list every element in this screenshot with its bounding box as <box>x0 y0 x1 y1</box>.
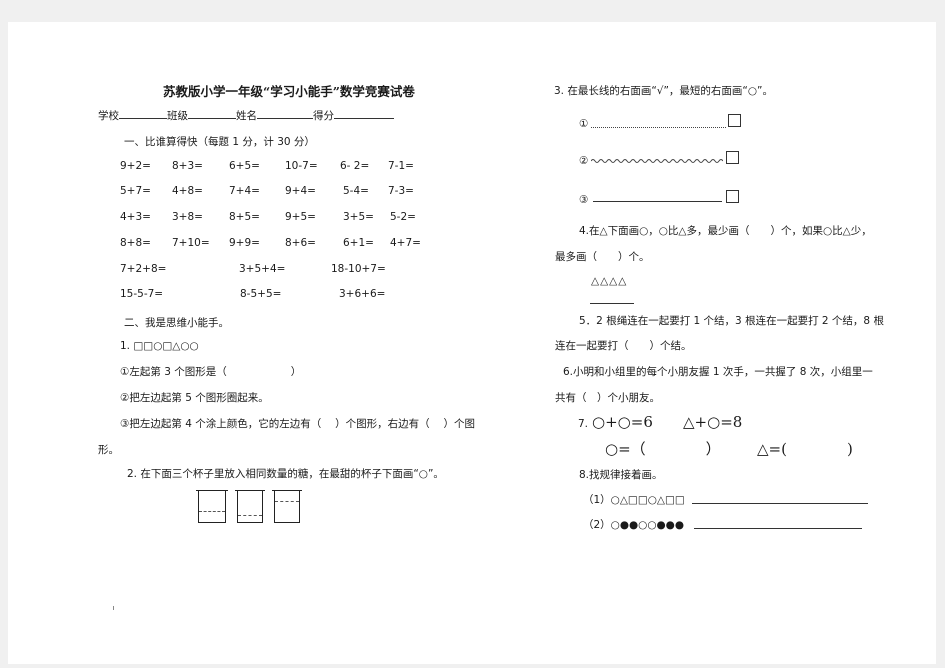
calc-item: 5+7= <box>120 185 151 197</box>
calc-item: 5-4= <box>343 185 369 197</box>
calc-item: 3+8= <box>172 211 203 223</box>
q1-part-b: ②把左边起第 5 个图形圈起来。 <box>120 392 269 404</box>
name-blank[interactable] <box>257 108 313 119</box>
q1-part-c: ③把左边起第 4 个涂上颜色，它的左边有（ ）个图形，右边有（ ）个图 <box>120 418 475 430</box>
calc-item: 8+8= <box>120 237 151 249</box>
calc-item: 9+9= <box>229 237 260 249</box>
calc-item: 15-5-7= <box>120 288 164 300</box>
calc-item: 6+1= <box>343 237 374 249</box>
q3-text: 3. 在最长线的右面画“√”，最短的右面画“○”。 <box>554 85 773 97</box>
q6-text: 6.小明和小组里的每个小朋友握 1 次手，一共握了 8 次，小组里一 <box>563 366 873 378</box>
line-3 <box>593 201 722 202</box>
info-class-label: 班级 <box>167 110 188 122</box>
class-blank[interactable] <box>188 108 236 119</box>
q4-text-cont: 最多画（ ）个。 <box>555 251 650 263</box>
calc-item: 18-10+7= <box>331 263 386 275</box>
q5-text: 5．2 根绳连在一起要打 1 个结，3 根连在一起要打 2 个结，8 根 <box>579 315 884 327</box>
calc-item: 7+4= <box>229 185 260 197</box>
calc-item: 9+2= <box>120 160 151 172</box>
q8-pattern-2: （2）○●●○○●●● <box>583 519 684 531</box>
q8-pattern-1: （1）○△□□○△□□ <box>583 494 685 506</box>
line-3-answer-box[interactable] <box>726 190 739 203</box>
section-1-heading: 一、比谁算得快（每题 1 分，计 30 分） <box>124 136 315 148</box>
calc-item: 4+3= <box>120 211 151 223</box>
line-1-answer-box[interactable] <box>728 114 741 127</box>
q8-text: 8.找规律接着画。 <box>579 469 663 481</box>
calc-item: 3+5+4= <box>239 263 286 275</box>
exam-title: 苏教版小学一年级“学习小能手”数学竞赛试卷 <box>163 84 415 99</box>
section-2-heading: 二、我是思维小能手。 <box>124 317 229 329</box>
q5-text-cont: 连在一起要打（ ）个结。 <box>555 340 692 352</box>
line-1 <box>591 127 726 128</box>
calc-item: 7-1= <box>388 160 414 172</box>
margin-mark <box>113 606 114 610</box>
calc-item: 8+5= <box>229 211 260 223</box>
line-2-wavy <box>591 159 723 163</box>
calc-item: 6+5= <box>229 160 260 172</box>
calc-item: 6- 2= <box>340 160 370 172</box>
calc-item: 7+10= <box>172 237 210 249</box>
school-blank[interactable] <box>119 108 167 119</box>
calc-item: 3+6+6= <box>339 288 386 300</box>
q7-equation-1: ○+○=6 <box>592 413 653 431</box>
info-score-label: 得分 <box>313 110 334 122</box>
calc-item: 7-3= <box>388 185 414 197</box>
q1-shapes: 1. □□○□△○○ <box>120 340 199 352</box>
q7-answer-1: ○=（ ） <box>605 440 721 458</box>
calc-item: 8-5+5= <box>240 288 282 300</box>
calc-item: 9+5= <box>285 211 316 223</box>
calc-item: 9+4= <box>285 185 316 197</box>
q1-part-a-text: ①左起第 3 个图形是（ <box>120 366 227 378</box>
q7-equation-2: △+○=8 <box>683 413 743 431</box>
q2-text: 2. 在下面三个杯子里放入相同数量的糖，在最甜的杯子下面画“○”。 <box>127 468 444 480</box>
q4-text: 4.在△下面画○，○比△多，最少画（ ）个，如果○比△少， <box>579 225 872 237</box>
q6-text-cont: 共有（ ）个小朋友。 <box>555 392 660 404</box>
q1-part-a: ①左起第 3 个图形是（ ） <box>120 364 301 379</box>
line-3-label: ③ <box>579 194 589 206</box>
calc-item: 8+3= <box>172 160 203 172</box>
q4-draw-line[interactable] <box>590 303 634 304</box>
calc-item: 5-2= <box>390 211 416 223</box>
calc-item: 10-7= <box>285 160 318 172</box>
q7-number: 7. <box>578 418 589 430</box>
q8-answer-line-1[interactable] <box>692 503 868 504</box>
q8-answer-line-2[interactable] <box>694 528 862 529</box>
q4-triangles: △△△△ <box>591 275 628 287</box>
calc-item: 3+5= <box>343 211 374 223</box>
line-2-label: ② <box>579 155 589 167</box>
line-2-answer-box[interactable] <box>726 151 739 164</box>
cup-2 <box>235 490 265 523</box>
info-line: 学校 班级 姓名 得分 <box>98 108 394 123</box>
q1-part-c-cont: 形。 <box>98 444 119 456</box>
calc-item: 4+7= <box>390 237 421 249</box>
cup-3 <box>272 490 302 523</box>
cup-1 <box>196 490 228 523</box>
info-name-label: 姓名 <box>236 110 257 122</box>
q1-part-a-close: ） <box>290 366 302 378</box>
score-blank[interactable] <box>334 108 394 119</box>
info-school-label: 学校 <box>98 110 119 122</box>
calc-item: 4+8= <box>172 185 203 197</box>
calc-item: 8+6= <box>285 237 316 249</box>
q7-answer-2: △=( ) <box>757 440 853 458</box>
line-1-label: ① <box>579 118 589 130</box>
calc-item: 7+2+8= <box>120 263 167 275</box>
